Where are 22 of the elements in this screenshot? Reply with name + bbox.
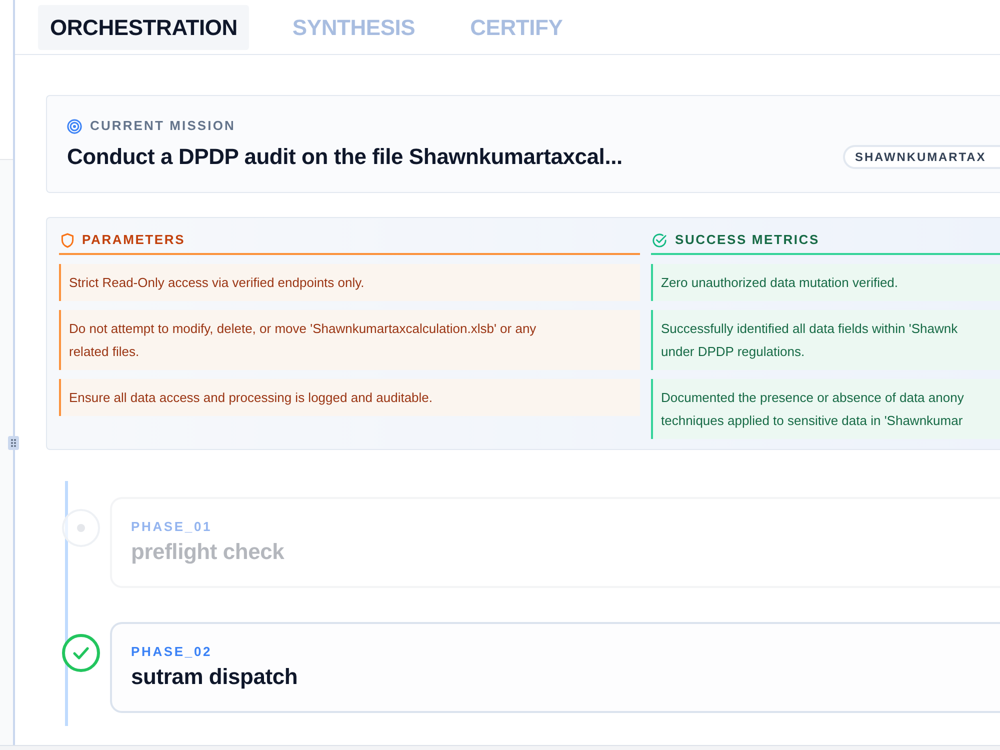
- file-tag: SHAWNKUMARTAX: [843, 145, 1000, 169]
- mission-label: CURRENT MISSION: [90, 118, 236, 134]
- phase-label: PHASE_02: [131, 644, 212, 660]
- tab[interactable]: SYNTHESIS: [280, 4, 428, 50]
- shield-icon: [61, 232, 74, 248]
- tab[interactable]: ORCHESTRATION: [38, 4, 250, 50]
- parameter-item: Do not attempt to modify, delete, or move 'Shawnkumartaxcalculation.xlsb' or any related files.: [59, 310, 640, 370]
- parameter-item: Strict Read-Only access via verified endpoints only.: [59, 264, 640, 301]
- success-metrics-heading: SUCCESS METRICS: [675, 231, 820, 249]
- phase-title: sutram dispatch: [131, 663, 298, 690]
- success-metric-item: Zero unauthorized data mutation verified.: [651, 264, 1000, 301]
- drag-handle-icon[interactable]: [8, 436, 19, 450]
- parameter-item: Ensure all data access and processing is logged and auditable.: [59, 379, 640, 416]
- mission-title: Conduct a DPDP audit on the file Shawnkumartaxcal...: [67, 143, 622, 171]
- phase-title: preflight check: [131, 538, 284, 565]
- phase-label: PHASE_01: [131, 519, 212, 535]
- target-icon: [67, 118, 82, 134]
- parameters-heading: PARAMETERS: [82, 231, 186, 249]
- success-metric-item: Successfully identified all data fields within 'Shawnk under DPDP regulations.: [651, 310, 1000, 370]
- success-metric-item: Documented the presence or absence of data anony techniques applied to sensitive data in 'Shawnkumar: [651, 379, 1000, 439]
- tab[interactable]: CERTIFY: [458, 4, 575, 50]
- check-circle-icon: [652, 232, 667, 248]
